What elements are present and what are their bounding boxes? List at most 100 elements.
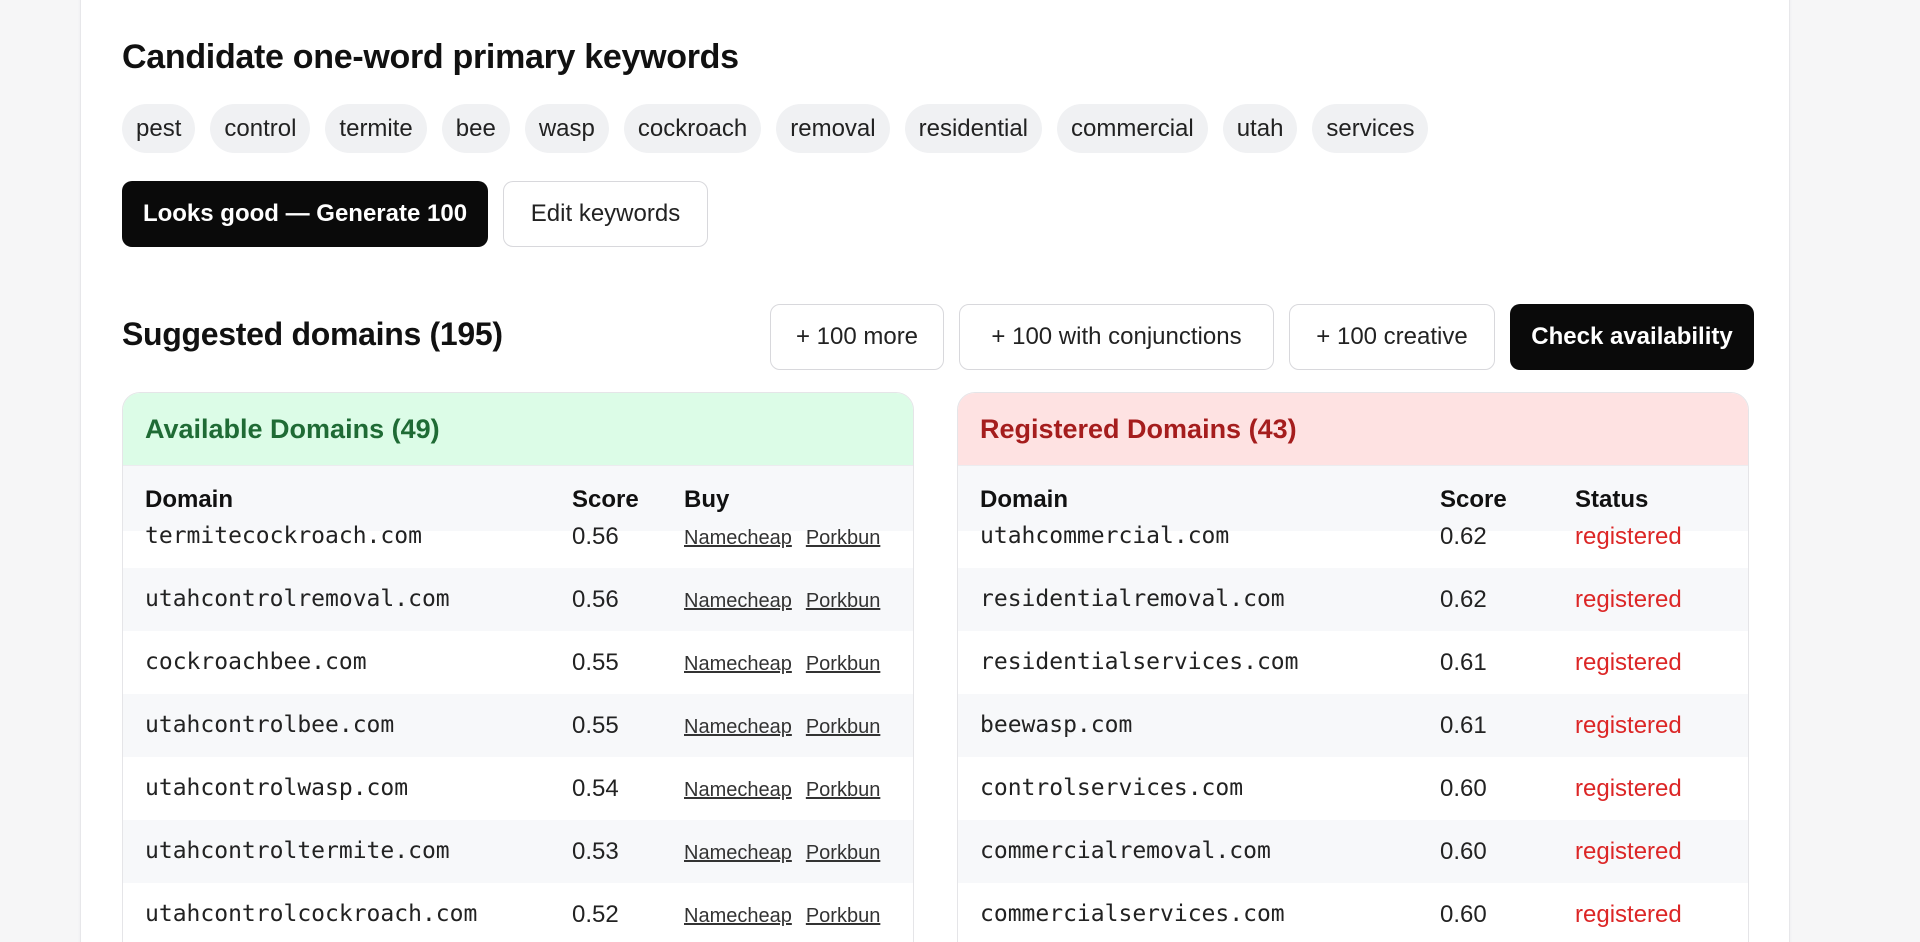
- keyword-actions: Looks good — Generate 100 Edit keywords: [122, 181, 708, 247]
- keyword-chip: wasp: [524, 104, 609, 153]
- domain-score: 0.56: [572, 523, 619, 550]
- domain-score: 0.60: [1440, 901, 1487, 928]
- column-domain: Domain: [145, 486, 234, 513]
- table-row: utahcontrolwasp.com 0.54 Namecheap Porkbun: [123, 757, 913, 820]
- keyword-chip: residential: [904, 104, 1043, 153]
- domain-name: termitecockroach.com: [145, 523, 422, 549]
- domain-score: 0.55: [572, 712, 619, 739]
- table-row: beewasp.com 0.61 registered: [958, 694, 1748, 757]
- status-text: registered: [1575, 523, 1682, 550]
- table-row: utahcontroltermite.com 0.53 Namecheap Porkb…: [123, 820, 913, 883]
- namecheap-link[interactable]: Namecheap: [684, 905, 792, 928]
- domain-name: commercialremoval.com: [980, 838, 1271, 864]
- more-button[interactable]: + 100 more: [770, 304, 944, 370]
- domain-name: beewasp.com: [980, 712, 1133, 738]
- status-text: registered: [1575, 775, 1682, 802]
- keyword-chip: bee: [441, 104, 510, 153]
- table-row: utahcontrolremoval.com 0.56 Namecheap Porkb…: [123, 568, 913, 631]
- keyword-chip: utah: [1222, 104, 1298, 153]
- domain-name: commercialservices.com: [980, 901, 1285, 927]
- keyword-chip: services: [1312, 104, 1429, 153]
- status-text: registered: [1575, 586, 1682, 613]
- table-row: utahcontrolbee.com 0.55 Namecheap Porkbun: [123, 694, 913, 757]
- namecheap-link[interactable]: Namecheap: [684, 842, 792, 865]
- namecheap-link[interactable]: Namecheap: [684, 716, 792, 739]
- domain-name: utahcontroltermite.com: [145, 838, 450, 864]
- namecheap-link[interactable]: Namecheap: [684, 653, 792, 676]
- namecheap-link[interactable]: Namecheap: [684, 779, 792, 802]
- generate-button[interactable]: Looks good — Generate 100: [122, 181, 488, 247]
- domain-score: 0.54: [572, 775, 619, 802]
- domain-name: utahcontrolbee.com: [145, 712, 395, 738]
- check-availability-button[interactable]: Check availability: [1510, 304, 1754, 370]
- domain-score: 0.52: [572, 901, 619, 928]
- namecheap-link[interactable]: Namecheap: [684, 527, 792, 550]
- domain-score: 0.60: [1440, 838, 1487, 865]
- edit-keywords-button[interactable]: Edit keywords: [503, 181, 708, 247]
- porkbun-link[interactable]: Porkbun: [806, 716, 881, 739]
- porkbun-link[interactable]: Porkbun: [806, 842, 881, 865]
- buy-links: Namecheap Porkbun: [684, 527, 880, 550]
- status-text: registered: [1575, 901, 1682, 928]
- buy-links: Namecheap Porkbun: [684, 905, 880, 928]
- domain-name: cockroachbee.com: [145, 649, 367, 675]
- table-row: residentialservices.com 0.61 registered: [958, 631, 1748, 694]
- domain-score: 0.62: [1440, 586, 1487, 613]
- domain-name: residentialremoval.com: [980, 586, 1285, 612]
- table-row: controlservices.com 0.60 registered: [958, 757, 1748, 820]
- column-score: Score: [572, 486, 639, 513]
- domain-name: utahcontrolwasp.com: [145, 775, 409, 801]
- keyword-chip: pest: [122, 104, 196, 153]
- keyword-chip: control: [210, 104, 311, 153]
- porkbun-link[interactable]: Porkbun: [806, 653, 881, 676]
- buy-links: Namecheap Porkbun: [684, 779, 880, 802]
- keyword-chip: removal: [776, 104, 890, 153]
- status-text: registered: [1575, 712, 1682, 739]
- domain-name: utahcontrolcockroach.com: [145, 901, 478, 927]
- table-row: utahcommercial.com 0.62 registered: [958, 523, 1748, 568]
- porkbun-link[interactable]: Porkbun: [806, 905, 881, 928]
- column-score: Score: [1440, 486, 1507, 513]
- domain-score: 0.62: [1440, 523, 1487, 550]
- porkbun-link[interactable]: Porkbun: [806, 590, 881, 613]
- available-domains-header: Available Domains (49): [123, 393, 913, 465]
- table-row: commercialremoval.com 0.60 registered: [958, 820, 1748, 883]
- domain-name: controlservices.com: [980, 775, 1244, 801]
- domain-name: utahcommercial.com: [980, 523, 1230, 549]
- domain-score: 0.53: [572, 838, 619, 865]
- conjunctions-button[interactable]: + 100 with conjunctions: [959, 304, 1274, 370]
- suggested-domains-title: Suggested domains (195): [122, 316, 503, 352]
- table-row: utahcontrolcockroach.com 0.52 Namecheap Por…: [123, 883, 913, 942]
- domain-name: residentialservices.com: [980, 649, 1299, 675]
- domain-score: 0.61: [1440, 649, 1487, 676]
- namecheap-link[interactable]: Namecheap: [684, 590, 792, 613]
- buy-links: Namecheap Porkbun: [684, 716, 880, 739]
- registered-domains-panel: Registered Domains (43) Domain Score Sta…: [957, 392, 1749, 942]
- table-row: residentialremoval.com 0.62 registered: [958, 568, 1748, 631]
- keyword-chip: termite: [325, 104, 427, 153]
- available-domains-panel: Available Domains (49) Domain Score Buy …: [122, 392, 914, 942]
- porkbun-link[interactable]: Porkbun: [806, 527, 881, 550]
- status-text: registered: [1575, 649, 1682, 676]
- buy-links: Namecheap Porkbun: [684, 842, 880, 865]
- column-domain: Domain: [980, 486, 1069, 513]
- porkbun-link[interactable]: Porkbun: [806, 779, 881, 802]
- creative-button[interactable]: + 100 creative: [1289, 304, 1495, 370]
- domain-score: 0.55: [572, 649, 619, 676]
- available-rows: termitecockroach.com 0.56 Namecheap Porkbun…: [123, 523, 913, 942]
- domain-score: 0.56: [572, 586, 619, 613]
- buy-links: Namecheap Porkbun: [684, 653, 880, 676]
- registered-rows: utahcommercial.com 0.62 registered resident…: [958, 523, 1748, 942]
- keyword-chip: commercial: [1057, 104, 1208, 153]
- keywords-title: Candidate one-word primary keywords: [122, 38, 739, 76]
- column-buy: Buy: [684, 486, 730, 513]
- keyword-chips: pest control termite bee wasp cockroach remova…: [122, 104, 1429, 153]
- table-row: cockroachbee.com 0.55 Namecheap Porkbun: [123, 631, 913, 694]
- table-row: commercialservices.com 0.60 registered: [958, 883, 1748, 942]
- table-row: termitecockroach.com 0.56 Namecheap Porkbun: [123, 523, 913, 568]
- domain-score: 0.61: [1440, 712, 1487, 739]
- available-column-headers: Domain Score Buy: [123, 465, 913, 531]
- registered-domains-header: Registered Domains (43): [958, 393, 1748, 465]
- suggestion-actions: + 100 more + 100 with conjunctions + 100…: [770, 304, 1754, 370]
- column-status: Status: [1575, 486, 1649, 513]
